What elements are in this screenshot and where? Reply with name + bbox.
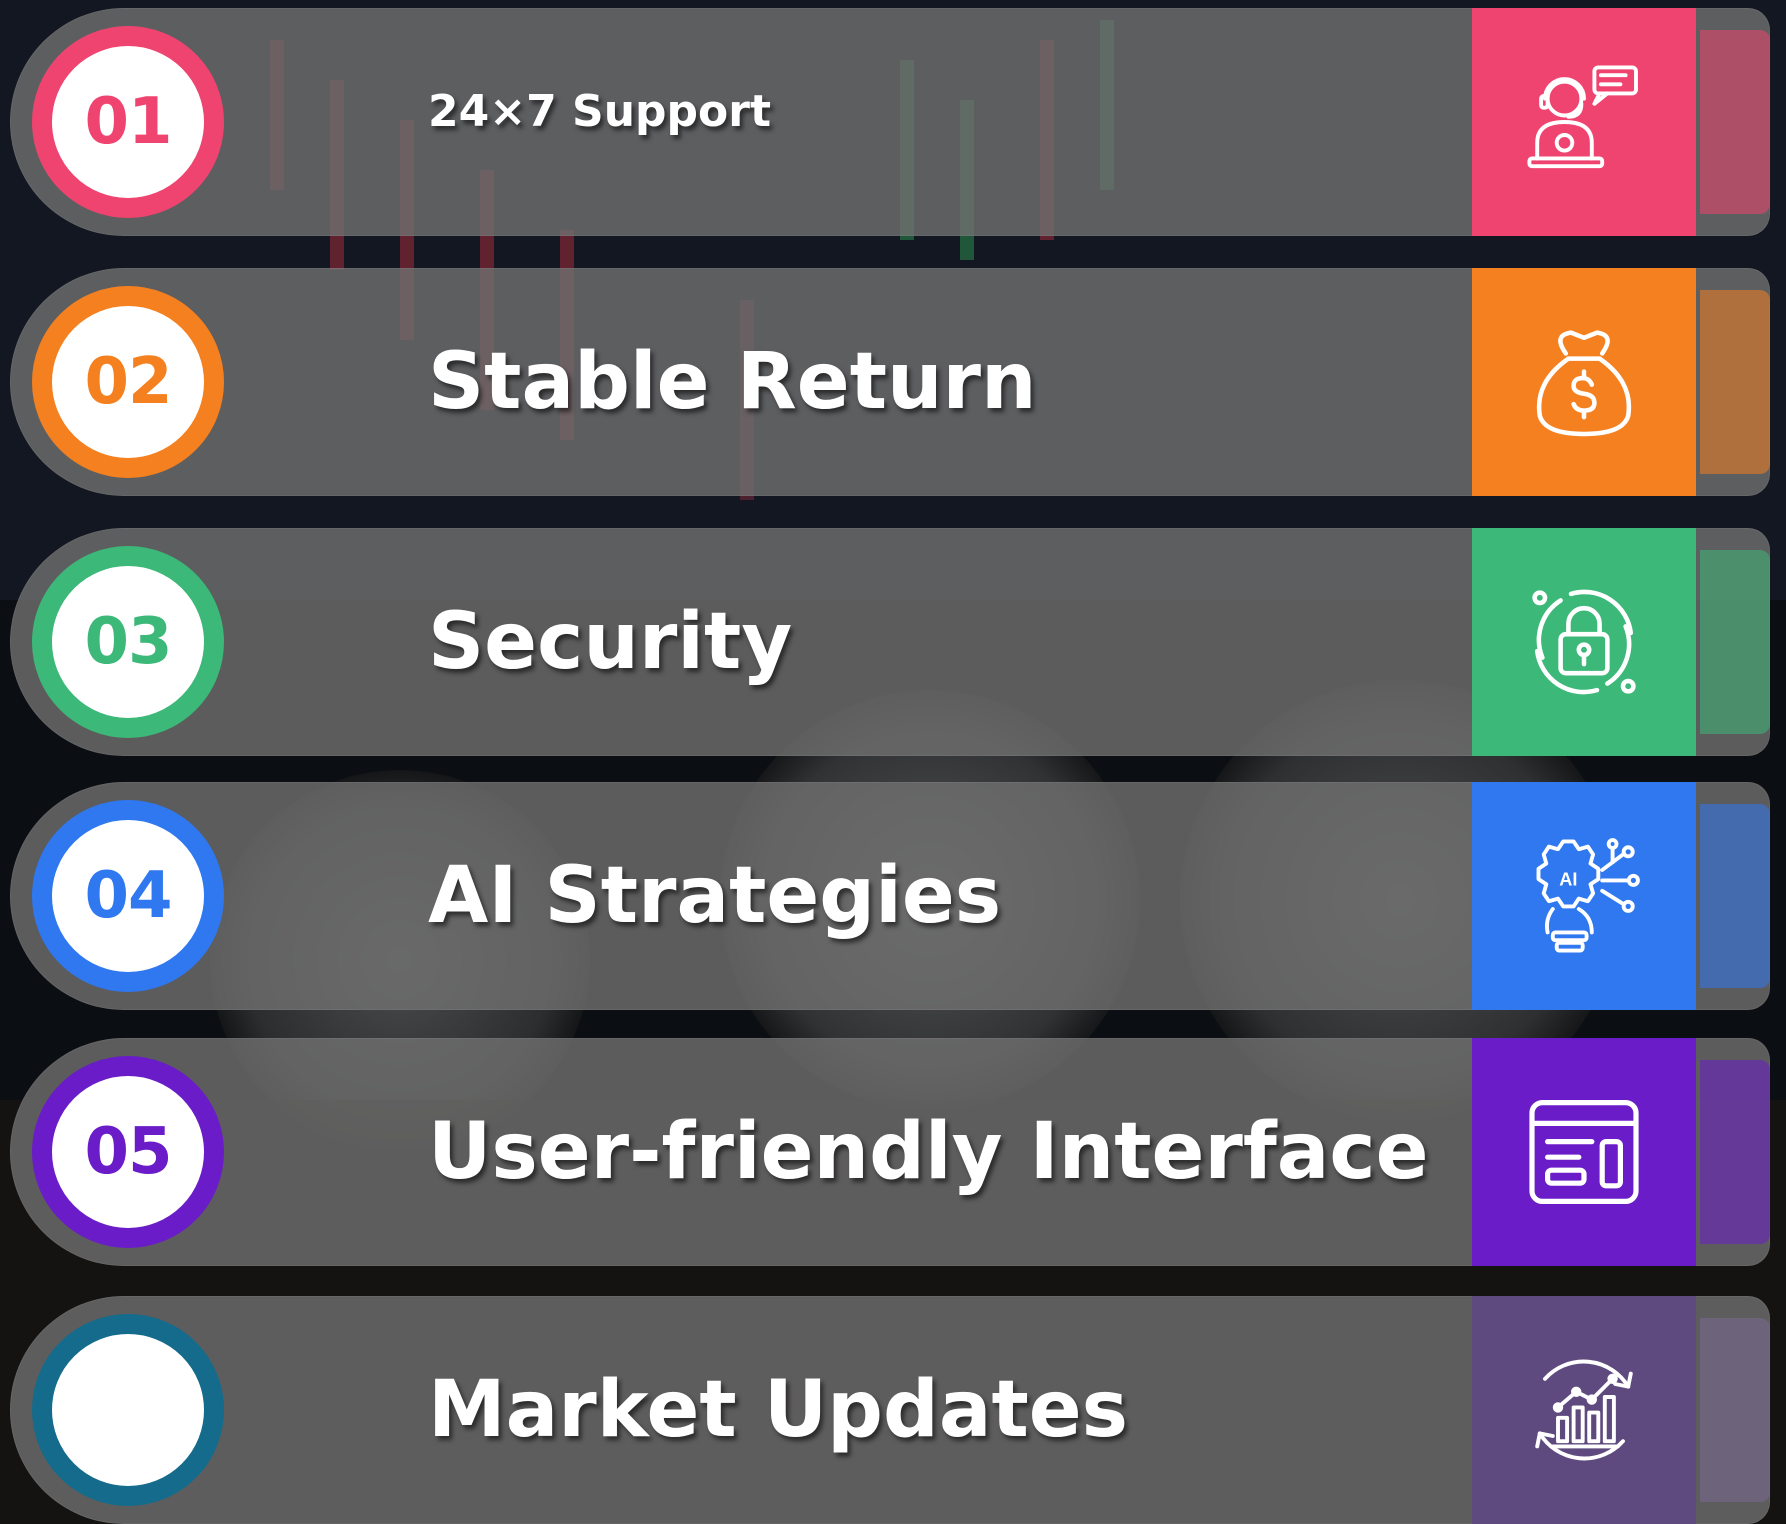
side-tab [1700, 804, 1770, 988]
feature-label: AI Strategies [428, 851, 1002, 941]
interface-window-icon [1529, 1100, 1639, 1204]
badge-number: 01 [84, 85, 172, 159]
number-badge: 02 [32, 286, 224, 478]
feature-label: Security [428, 597, 793, 687]
icon-panel [1472, 1038, 1696, 1266]
feature-label: 24×7 Support [428, 86, 771, 137]
badge-number: 05 [84, 1115, 172, 1189]
feature-label: Market Updates [428, 1365, 1129, 1455]
feature-label: Stable Return [428, 337, 1037, 427]
side-tab [1700, 550, 1770, 734]
market-chart-icon [1535, 1359, 1633, 1461]
icon-panel [1472, 8, 1696, 236]
number-badge: 04 [32, 800, 224, 992]
icon-panel: AI [1472, 782, 1696, 1010]
badge-number: 04 [84, 859, 172, 933]
feature-row-security: 03 Security [10, 528, 1770, 756]
money-bag-icon [1536, 330, 1632, 437]
feature-row-market-updates: Market Updates [10, 1296, 1770, 1524]
side-tab [1700, 290, 1770, 474]
support-agent-icon [1527, 65, 1638, 169]
badge-number: 02 [84, 345, 172, 419]
feature-row-interface: 05 User-friendly Interface [10, 1038, 1770, 1266]
padlock-icon [1532, 589, 1636, 695]
number-badge [32, 1314, 224, 1506]
number-badge: 05 [32, 1056, 224, 1248]
badge-number: 03 [84, 605, 172, 679]
number-badge: 03 [32, 546, 224, 738]
svg-text:AI: AI [1559, 870, 1577, 890]
side-tab [1700, 1318, 1770, 1502]
feature-label: User-friendly Interface [428, 1107, 1429, 1197]
feature-row-stable-return: 02 Stable Return [10, 268, 1770, 496]
icon-panel [1472, 528, 1696, 756]
badge-number [52, 1334, 204, 1486]
side-tab [1700, 1060, 1770, 1244]
ai-lightbulb-icon: AI [1536, 838, 1640, 953]
feature-row-support: 01 24×7 Support [10, 8, 1770, 236]
icon-panel [1472, 1296, 1696, 1524]
feature-row-ai-strategies: 04 AI Strategies AI [10, 782, 1770, 1010]
number-badge: 01 [32, 26, 224, 218]
side-tab [1700, 30, 1770, 214]
icon-panel [1472, 268, 1696, 496]
